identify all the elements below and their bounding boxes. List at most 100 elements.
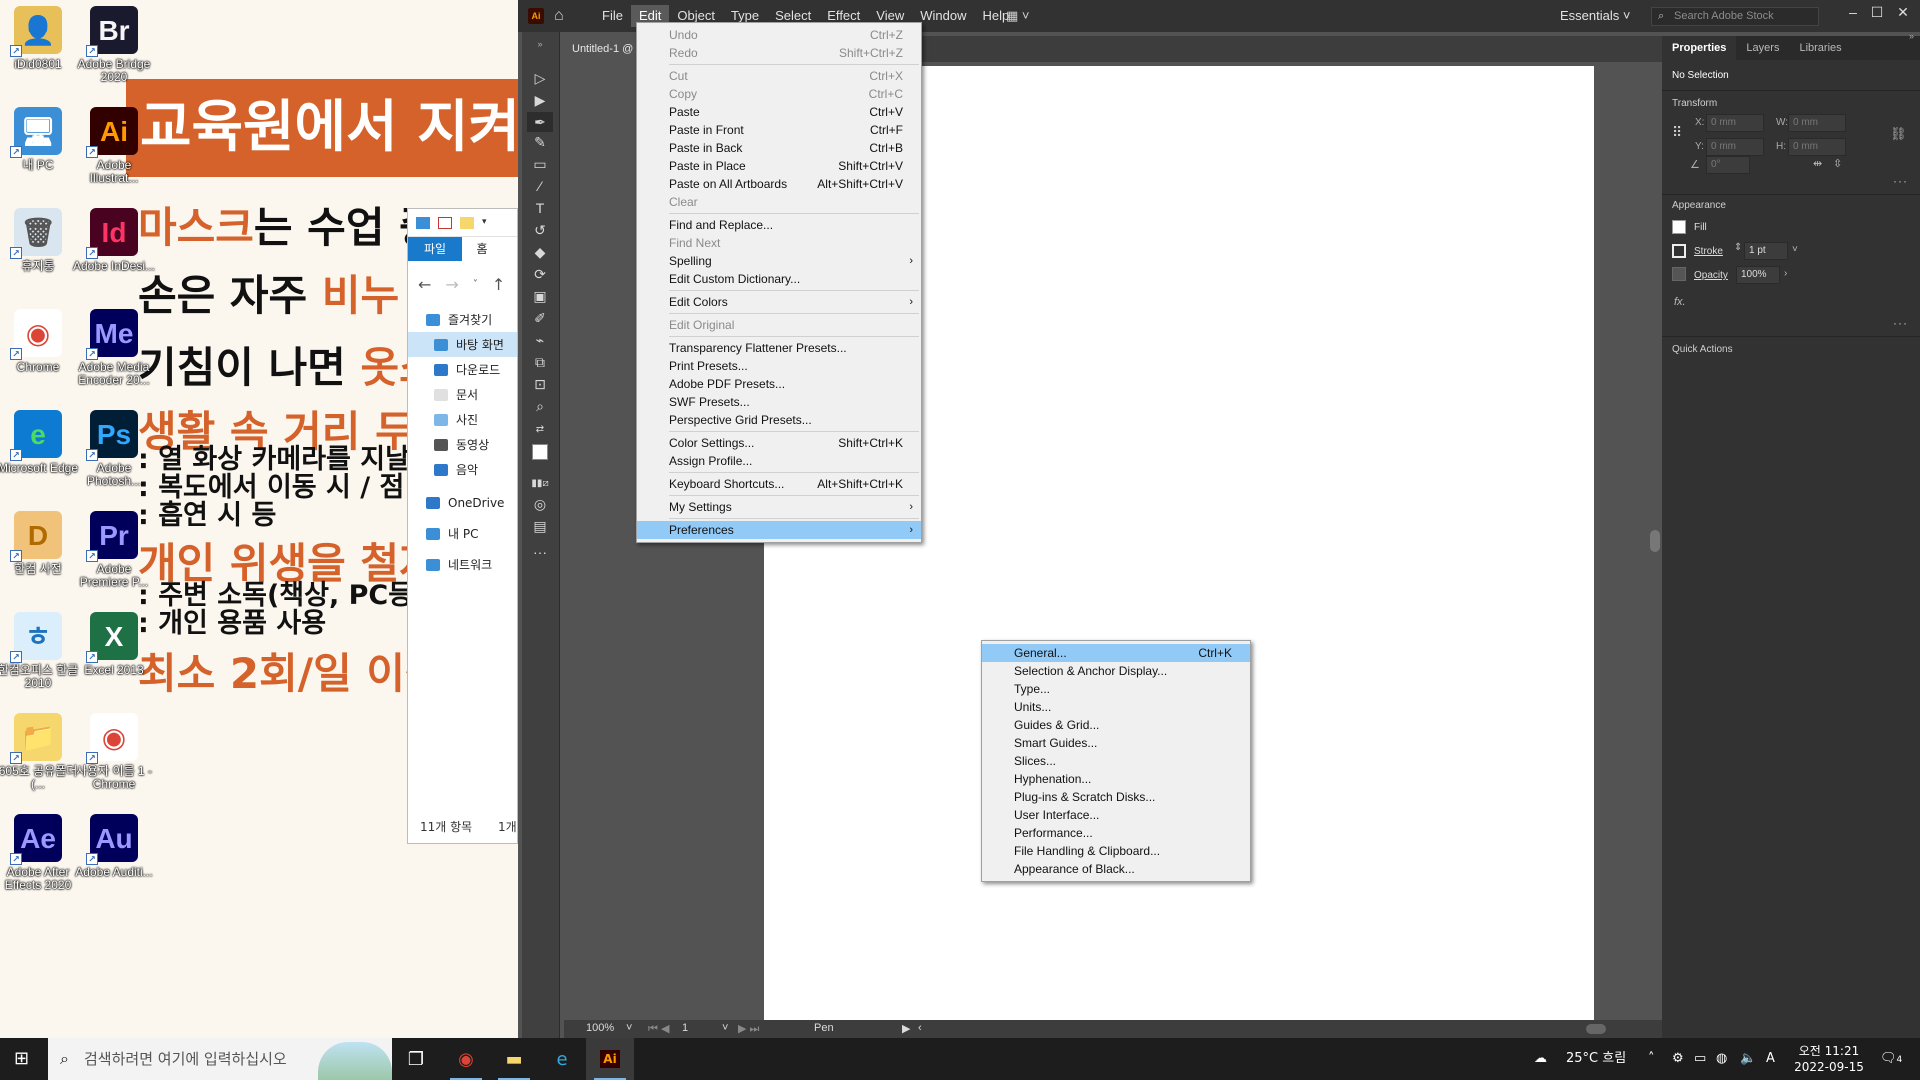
color-mode-icon[interactable]: ▮▮⧄ — [527, 474, 553, 494]
nav-item[interactable]: OneDrive — [408, 490, 517, 515]
file-explorer-window[interactable]: ▾ 파일 홈 ← → ˅ ↑ 즐겨찾기 바탕 화면 다운로드 문서 사진 동영상 음악 One… — [407, 208, 518, 844]
nav-item[interactable]: 사진 — [408, 407, 517, 432]
menu-item-adobe-pdf-presets[interactable]: Adobe PDF Presets... — [637, 375, 921, 393]
chevron-down-icon[interactable]: ˅ — [626, 1022, 632, 1034]
chevron-down-icon[interactable]: ˅ — [1792, 244, 1798, 255]
nav-item[interactable]: 동영상 — [408, 432, 517, 457]
illustrator-logo-icon[interactable]: Ai — [528, 8, 544, 24]
desktop-shortcut[interactable]: Id ↗ Adobe InDesi... — [72, 208, 156, 273]
draw-mode-icon[interactable]: ◎ — [527, 494, 553, 514]
status-arrow-icon[interactable]: ▶ — [902, 1022, 910, 1035]
collapse-panel-icon[interactable]: » — [1909, 31, 1914, 41]
menu-item-smart-guides[interactable]: Smart Guides... — [982, 734, 1250, 752]
collapse-arrows-icon[interactable]: » — [527, 34, 553, 54]
home-icon[interactable]: ⌂ — [554, 8, 572, 24]
nav-item[interactable]: 바탕 화면 — [408, 332, 517, 357]
network-icon[interactable]: ▭ — [1694, 1038, 1706, 1080]
type-tool-icon[interactable]: T — [527, 198, 553, 218]
desktop-shortcut[interactable]: 🗑 ↗ 휴지통 — [0, 208, 80, 273]
menu-item-edit-original[interactable]: Edit Original — [637, 316, 921, 334]
eyedropper-tool-icon[interactable]: ✐ — [527, 308, 553, 328]
screen-mode-icon[interactable]: ▤ — [527, 516, 553, 536]
pen-tool-icon[interactable]: ✒ — [527, 112, 553, 132]
menu-item-type[interactable]: Type... — [982, 680, 1250, 698]
more-tools-icon[interactable]: ··· — [527, 542, 553, 562]
nav-item[interactable]: 다운로드 — [408, 357, 517, 382]
notification-icon[interactable]: 🗨4 — [1880, 1038, 1902, 1080]
zoom-tool-icon[interactable]: ⌕ — [527, 396, 553, 416]
opacity-label[interactable]: Opacity — [1694, 270, 1728, 281]
flip-vertical-icon[interactable]: ⇳ — [1833, 157, 1842, 170]
forward-arrow-icon[interactable]: → — [445, 275, 458, 294]
shape-builder-tool-icon[interactable]: ⧉ — [527, 352, 553, 372]
stroke-stepper-icon[interactable]: ⇕ — [1734, 242, 1742, 253]
menu-item-edit-colors[interactable]: Edit Colors › — [637, 293, 921, 311]
menu-item-units[interactable]: Units... — [982, 698, 1250, 716]
nav-item[interactable]: 문서 — [408, 382, 517, 407]
menu-item-performance[interactable]: Performance... — [982, 824, 1250, 842]
chevron-down-icon[interactable]: ˅ — [722, 1022, 728, 1034]
nav-item[interactable]: 음악 — [408, 457, 517, 482]
menu-file[interactable]: File — [594, 5, 631, 27]
menu-item-spelling[interactable]: Spelling › — [637, 252, 921, 270]
free-transform-tool-icon[interactable]: ⟳ — [527, 264, 553, 284]
nav-item[interactable]: 내 PC — [408, 521, 517, 546]
weather-status[interactable]: 25°C 흐림 — [1566, 1038, 1626, 1080]
menu-item-keyboard-shortcuts[interactable]: Keyboard Shortcuts... Alt+Shift+Ctrl+K — [637, 475, 921, 493]
desktop-shortcut[interactable]: Ae ↗ Adobe After Effects 2020 — [0, 814, 80, 892]
back-arrow-icon[interactable]: ← — [418, 275, 431, 294]
menu-item-clear[interactable]: Clear — [637, 193, 921, 211]
tab-libraries[interactable]: Libraries — [1789, 36, 1851, 60]
reference-point-icon[interactable]: ⠿ — [1672, 124, 1688, 140]
menu-item-hyphenation[interactable]: Hyphenation... — [982, 770, 1250, 788]
taskbar-edge-icon[interactable]: e — [538, 1038, 586, 1080]
taskbar-illustrator-icon[interactable]: Ai — [586, 1038, 634, 1080]
pc-icon[interactable] — [416, 216, 430, 229]
zoom-level[interactable]: 100% — [586, 1022, 614, 1034]
menu-item-preferences[interactable]: Preferences › — [637, 521, 921, 539]
taskbar-search-box[interactable]: ⌕ 검색하려면 여기에 입력하십시오 — [48, 1038, 392, 1080]
menu-item-file-handling-clipboard[interactable]: File Handling & Clipboard... — [982, 842, 1250, 860]
maximize-button[interactable]: ☐ — [1864, 4, 1890, 21]
stroke-swatch[interactable] — [1672, 244, 1686, 258]
curvature-tool-icon[interactable]: ✎ — [527, 132, 553, 152]
desktop-shortcut[interactable]: D ↗ 한컴 사전 — [0, 511, 80, 576]
volume-icon[interactable]: 🔈 — [1740, 1038, 1756, 1080]
menu-item-find-next[interactable]: Find Next — [637, 234, 921, 252]
menu-item-undo[interactable]: Undo Ctrl+Z — [637, 26, 921, 44]
direct-selection-tool-icon[interactable]: ▶ — [527, 90, 553, 110]
scroll-left-icon[interactable]: ‹ — [918, 1022, 922, 1034]
nav-item[interactable]: 즐겨찾기 — [408, 307, 517, 332]
menu-item-swf-presets[interactable]: SWF Presets... — [637, 393, 921, 411]
paintbrush-tool-icon[interactable]: ⁄ — [527, 176, 553, 196]
chevron-up-icon[interactable]: ˄ — [1648, 1038, 1655, 1080]
stroke-weight-field[interactable]: 1 pt — [1744, 242, 1788, 260]
minimize-button[interactable]: – — [1840, 4, 1866, 20]
desktop-shortcut[interactable]: Au ↗ Adobe Auditi... — [72, 814, 156, 879]
menu-item-find-and-replace[interactable]: Find and Replace... — [637, 216, 921, 234]
menu-item-my-settings[interactable]: My Settings › — [637, 498, 921, 516]
menu-item-transparency-flattener-presets[interactable]: Transparency Flattener Presets... — [637, 339, 921, 357]
desktop-shortcut[interactable]: ◉ ↗ Chrome — [0, 309, 80, 374]
y-field[interactable]: 0 mm — [1706, 138, 1764, 156]
chevron-down-icon[interactable]: ˅ — [473, 279, 478, 290]
menu-item-cut[interactable]: Cut Ctrl+X — [637, 67, 921, 85]
artboard-number[interactable]: 1 — [682, 1022, 688, 1034]
menu-item-copy[interactable]: Copy Ctrl+C — [637, 85, 921, 103]
windows-start-icon[interactable]: ⊞ — [14, 1049, 34, 1069]
more-options-icon[interactable]: ··· — [1893, 316, 1908, 330]
eraser-tool-icon[interactable]: ◆ — [527, 242, 553, 262]
desktop-shortcut[interactable]: Br ↗ Adobe Bridge 2020 — [72, 6, 156, 84]
system-clock[interactable]: 오전 11:21 2022-09-15 — [1786, 1043, 1872, 1075]
menu-item-assign-profile[interactable]: Assign Profile... — [637, 452, 921, 470]
more-options-icon[interactable]: ··· — [1893, 174, 1908, 188]
x-field[interactable]: 0 mm — [1706, 114, 1764, 132]
desktop-shortcut[interactable]: 👤 ↗ iDid0801 — [0, 6, 80, 71]
flip-horizontal-icon[interactable]: ⇹ — [1813, 157, 1822, 170]
menu-item-selection-anchor-display[interactable]: Selection & Anchor Display... — [982, 662, 1250, 680]
menu-item-appearance-of-black[interactable]: Appearance of Black... — [982, 860, 1250, 878]
menu-item-paste-in-front[interactable]: Paste in Front Ctrl+F — [637, 121, 921, 139]
opacity-field[interactable]: 100% — [1736, 266, 1780, 284]
menu-item-paste-in-place[interactable]: Paste in Place Shift+Ctrl+V — [637, 157, 921, 175]
up-arrow-icon[interactable]: ↑ — [492, 275, 505, 294]
